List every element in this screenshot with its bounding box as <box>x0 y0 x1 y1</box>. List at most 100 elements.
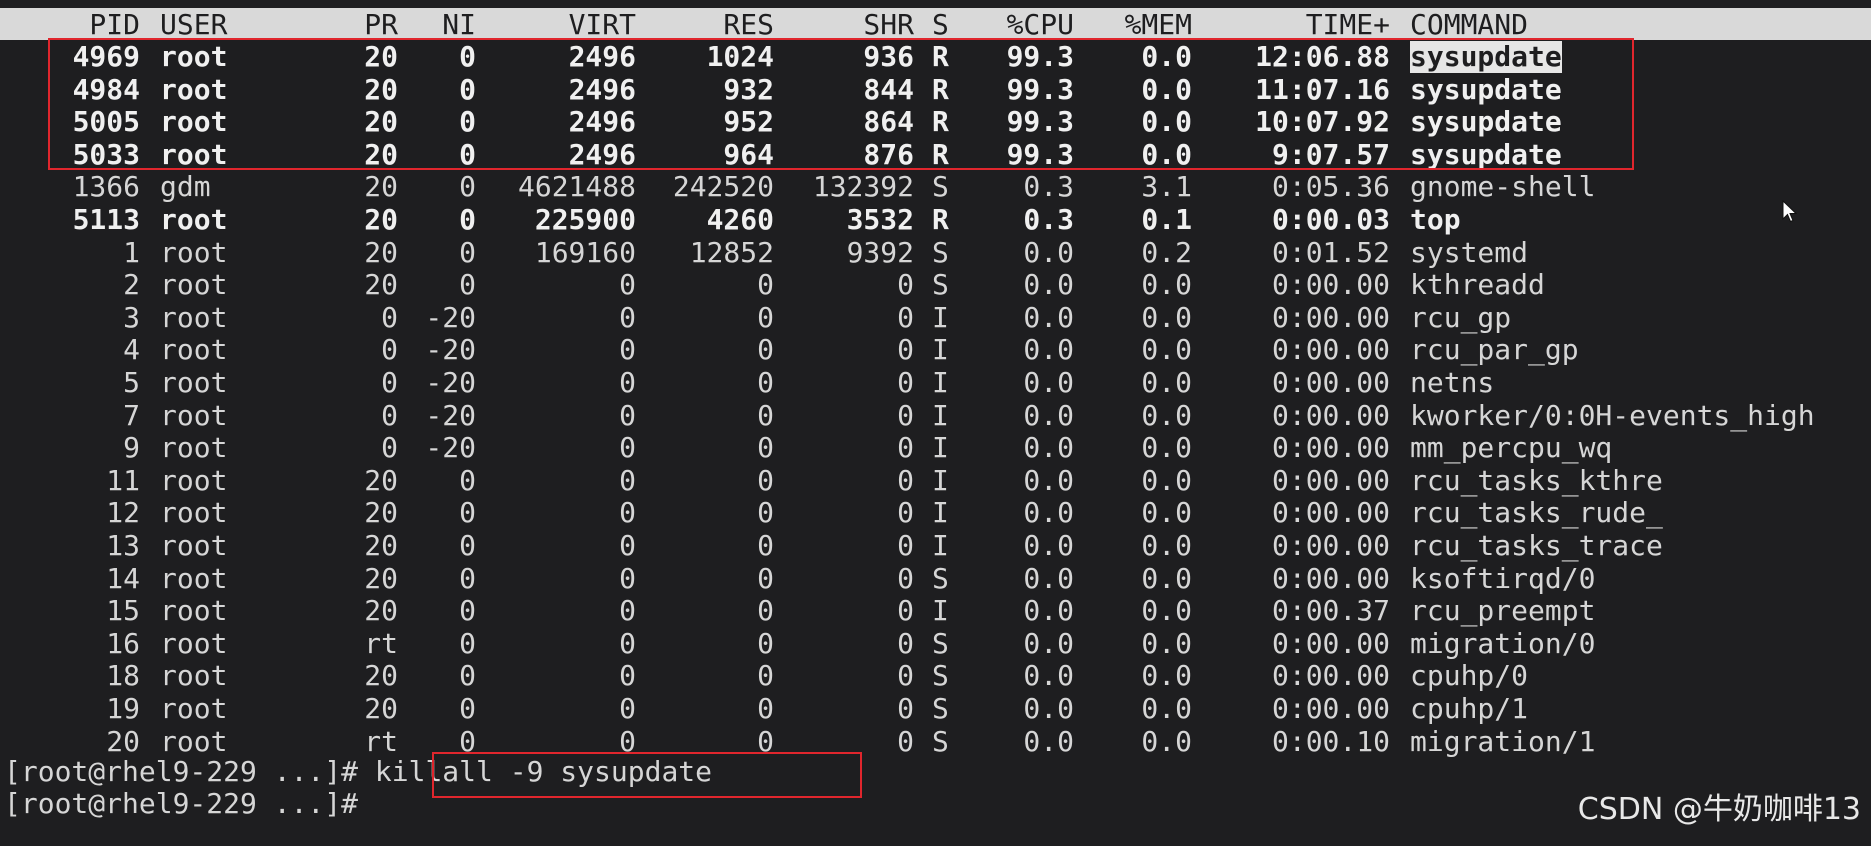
cell-pid: 20 <box>106 724 140 758</box>
cell-pid: 5113 <box>72 203 140 236</box>
table-row[interactable]: 15 root 20 0 0 0 0 I 0.0 0.0 0:00.37 rcu_preempt <box>0 595 1871 628</box>
cell-pid: 4 <box>123 333 140 367</box>
table-row[interactable]: 1366 gdm 20 0 4621488 242520 132392 S 0.3 3.1 0:05… <box>0 171 1871 204</box>
prompt-prefix: [root@rhel9-229 ...]# <box>4 755 375 788</box>
cell-user: root <box>160 529 228 562</box>
cell-mem: 0.0 <box>1141 626 1192 660</box>
cell-virt: 225900 <box>534 203 636 236</box>
cell-shr: 0 <box>897 366 914 399</box>
cell-time: 0:00.00 <box>1271 268 1390 302</box>
header-res[interactable]: RES <box>640 8 774 42</box>
cell-command: kthreadd <box>1410 269 1545 302</box>
cell-ni: 0 <box>459 170 476 204</box>
header-time[interactable]: TIME+ <box>1200 8 1390 42</box>
cell-shr: 0 <box>897 431 914 465</box>
header-mem[interactable]: %MEM <box>1100 8 1192 42</box>
cell-command: gnome-shell <box>1410 171 1596 204</box>
cell-state: I <box>932 594 949 628</box>
table-row[interactable]: 5113 root 20 0 225900 4260 3532 R 0.3 0.1 0:00.03 t… <box>0 203 1871 237</box>
cell-command: rcu_tasks_kthre <box>1410 464 1663 497</box>
table-row[interactable]: 2 root 20 0 0 0 0 S 0.0 0.0 0:00.00 kthreadd <box>0 269 1871 302</box>
cell-shr: 3532 <box>846 203 914 236</box>
header-cpu[interactable]: %CPU <box>980 8 1074 42</box>
cell-shr: 0 <box>897 692 914 725</box>
cell-command: rcu_tasks_rude_ <box>1410 497 1663 530</box>
table-row[interactable]: 9 root 0 -20 0 0 0 I 0.0 0.0 0:00.00 mm_percpu_wq <box>0 432 1871 465</box>
cell-virt: 0 <box>619 398 636 432</box>
cell-ni: 0 <box>459 529 476 562</box>
cell-res: 0 <box>757 300 774 334</box>
cell-time: 0:00.00 <box>1271 496 1390 530</box>
cell-mem: 0.0 <box>1141 496 1192 530</box>
header-ni[interactable]: NI <box>410 8 476 42</box>
cell-cpu: 0.0 <box>1023 496 1074 530</box>
table-row[interactable]: 14 root 20 0 0 0 0 S 0.0 0.0 0:00.00 ksoftirqd/0 <box>0 561 1871 596</box>
cell-user: root <box>160 366 228 399</box>
cell-mem: 0.0 <box>1141 300 1192 334</box>
header-user[interactable]: USER <box>160 8 270 42</box>
cell-state: S <box>932 561 949 595</box>
cell-ni: 0 <box>459 235 476 269</box>
cell-pid: 5 <box>123 366 140 399</box>
cell-pid: 11 <box>106 463 140 497</box>
cell-user: root <box>160 203 228 236</box>
cell-mem: 0.0 <box>1141 529 1192 562</box>
cell-time: 0:00.37 <box>1271 594 1390 628</box>
cell-user: root <box>160 463 228 497</box>
cell-cpu: 0.3 <box>1023 170 1074 204</box>
table-row[interactable]: 12 root 20 0 0 0 0 I 0.0 0.0 0:00.00 rcu_tasks_rude… <box>0 497 1871 530</box>
cell-ni: 0 <box>459 594 476 628</box>
header-pr[interactable]: PR <box>340 8 398 42</box>
cell-cpu: 0.0 <box>1023 659 1074 693</box>
cell-pr: 20 <box>364 496 398 530</box>
cell-ni: -20 <box>425 366 476 399</box>
cell-user: root <box>160 268 228 302</box>
cell-ni: 0 <box>459 496 476 530</box>
shell-prompt-line-2[interactable]: [root@rhel9-229 ...]# <box>4 788 375 820</box>
cell-cpu: 0.3 <box>1023 203 1074 236</box>
table-row[interactable]: 5 root 0 -20 0 0 0 I 0.0 0.0 0:00.00 netns <box>0 366 1871 400</box>
cell-time: 0:00.00 <box>1271 626 1390 660</box>
header-state[interactable]: S <box>932 8 958 42</box>
header-command[interactable]: COMMAND <box>1410 8 1870 42</box>
table-row[interactable]: 19 root 20 0 0 0 0 S 0.0 0.0 0:00.00 cpuhp/1 <box>0 692 1871 726</box>
annotation-box-sysupdate-processes <box>48 38 1634 170</box>
cell-pid: 16 <box>106 626 140 660</box>
table-row[interactable]: 4 root 0 -20 0 0 0 I 0.0 0.0 0:00.00 rcu_par_gp <box>0 334 1871 367</box>
cell-res: 0 <box>757 463 774 497</box>
header-shr[interactable]: SHR <box>780 8 914 42</box>
cell-virt: 0 <box>619 496 636 530</box>
table-row[interactable]: 13 root 20 0 0 0 0 I 0.0 0.0 0:00.00 rcu_tasks_trac… <box>0 529 1871 563</box>
header-pid[interactable]: PID <box>0 8 140 42</box>
cell-state: S <box>932 692 949 725</box>
cell-virt: 4621488 <box>517 170 636 204</box>
table-row[interactable]: 1 root 20 0 169160 12852 9392 S 0.0 0.2 0:01.52 sys… <box>0 235 1871 270</box>
cell-cpu: 0.0 <box>1023 268 1074 302</box>
terminal-screen[interactable]: PID USER PR NI VIRT RES SHR S %CPU %MEM … <box>0 0 1871 846</box>
header-virt[interactable]: VIRT <box>490 8 636 42</box>
cell-user: root <box>160 431 228 465</box>
table-row[interactable]: 20 root rt 0 0 0 0 S 0.0 0.0 0:00.10 migration/1 <box>0 724 1871 759</box>
cell-pid: 12 <box>106 496 140 530</box>
cell-time: 0:00.00 <box>1271 300 1390 334</box>
cell-pid: 15 <box>106 594 140 628</box>
cell-virt: 0 <box>619 333 636 367</box>
cell-pr: 20 <box>364 529 398 562</box>
table-row[interactable]: 18 root 20 0 0 0 0 S 0.0 0.0 0:00.00 cpuhp/0 <box>0 660 1871 693</box>
table-row[interactable]: 11 root 20 0 0 0 0 I 0.0 0.0 0:00.00 rcu_tasks_kthr… <box>0 463 1871 498</box>
cell-res: 0 <box>757 529 774 562</box>
table-row[interactable]: 16 root rt 0 0 0 0 S 0.0 0.0 0:00.00 migration/0 <box>0 626 1871 661</box>
cell-ni: 0 <box>459 626 476 660</box>
cell-ni: -20 <box>425 398 476 432</box>
cell-command: systemd <box>1410 236 1529 269</box>
table-row[interactable]: 3 root 0 -20 0 0 0 I 0.0 0.0 0:00.00 rcu_gp <box>0 300 1871 335</box>
cell-cpu: 0.0 <box>1023 300 1074 334</box>
cell-cpu: 0.0 <box>1023 561 1074 595</box>
cell-mem: 0.0 <box>1141 561 1192 595</box>
cell-command: cpuhp/1 <box>1410 693 1529 725</box>
cell-ni: 0 <box>459 203 476 236</box>
cell-state: I <box>932 463 949 497</box>
cell-user: root <box>160 235 228 269</box>
cell-res: 0 <box>757 561 774 595</box>
table-row[interactable]: 7 root 0 -20 0 0 0 I 0.0 0.0 0:00.00 kworker/0:0H-e… <box>0 398 1871 433</box>
